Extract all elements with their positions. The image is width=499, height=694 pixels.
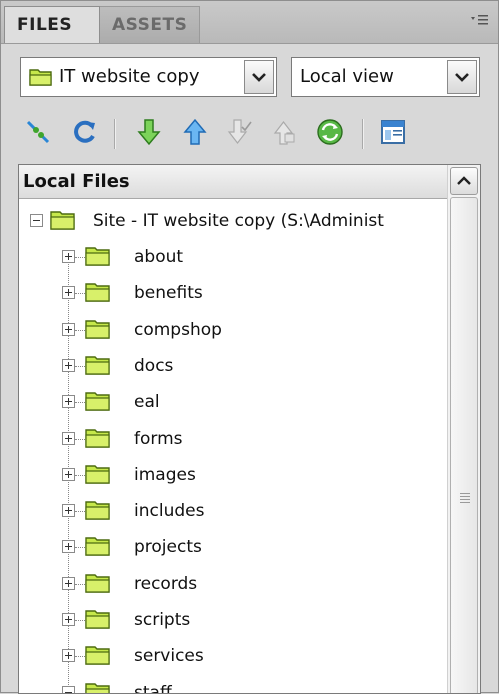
tab-strip: FILES ASSETS — [1, 1, 498, 44]
tree-root-label: Site - IT website copy (S:\Administ — [93, 211, 384, 231]
folder-icon — [85, 390, 111, 417]
local-files-tree[interactable]: Local Files Site - IT website copy (S:\A… — [18, 164, 481, 694]
expand-icon[interactable] — [62, 431, 75, 445]
tree-folder-row[interactable]: about — [19, 239, 447, 275]
tree-folder-row[interactable]: images — [19, 457, 447, 493]
expand-icon[interactable] — [62, 576, 75, 590]
tree-connector — [75, 365, 85, 367]
tree-connector — [75, 438, 85, 440]
expand-icon[interactable] — [62, 322, 75, 336]
toolbar — [1, 109, 498, 155]
refresh-icon[interactable] — [68, 115, 102, 149]
toolbar-separator — [362, 119, 364, 149]
tree-folder-label: staff — [134, 682, 172, 694]
tree-folder-label: compshop — [134, 319, 222, 340]
tree-header: Local Files — [19, 165, 447, 199]
folder-icon — [85, 499, 111, 526]
grip-icon — [460, 493, 470, 505]
expand-panel-icon[interactable] — [376, 115, 410, 149]
tree-folder-row[interactable]: docs — [19, 348, 447, 384]
tree-connector — [75, 293, 85, 295]
folder-icon — [85, 608, 111, 635]
tree-root-row[interactable]: Site - IT website copy (S:\Administ — [19, 203, 447, 239]
folder-icon — [85, 535, 111, 562]
expand-icon[interactable] — [62, 540, 75, 554]
check-out-icon[interactable] — [223, 115, 257, 149]
tree-connector — [75, 511, 85, 513]
tab-assets[interactable]: ASSETS — [100, 6, 200, 43]
tab-files[interactable]: FILES — [4, 6, 100, 43]
tree-connector — [75, 583, 85, 585]
synchronize-icon[interactable] — [313, 115, 347, 149]
tree-folder-row[interactable]: benefits — [19, 275, 447, 311]
check-in-icon[interactable] — [268, 115, 302, 149]
expand-icon[interactable] — [62, 613, 75, 626]
put-files-icon[interactable] — [178, 115, 212, 149]
tree-folder-label: services — [134, 646, 204, 667]
tree-folder-row[interactable]: records — [19, 566, 447, 602]
tree-connector — [75, 329, 85, 331]
folder-icon — [50, 209, 76, 236]
tree-folder-row[interactable]: staff — [19, 675, 447, 694]
tree-folder-label: images — [134, 464, 196, 485]
tree-folder-row[interactable]: compshop — [19, 312, 447, 348]
tree-folder-label: eal — [134, 392, 160, 413]
tree-folder-row[interactable]: services — [19, 638, 447, 674]
tree-connector — [75, 402, 85, 404]
tree-connector — [75, 656, 85, 658]
tree-connector — [75, 620, 85, 621]
folder-icon — [85, 354, 111, 381]
expand-icon[interactable] — [62, 467, 75, 481]
expand-icon[interactable] — [62, 358, 75, 372]
tree-folder-label: records — [134, 573, 198, 594]
tree-folder-label: about — [134, 247, 184, 267]
tree-connector — [75, 257, 85, 258]
folder-icon — [85, 318, 111, 345]
chevron-down-icon[interactable] — [447, 60, 477, 94]
tree-connector — [75, 547, 85, 549]
tree-folder-label: scripts — [134, 610, 191, 630]
expand-icon[interactable] — [62, 286, 75, 300]
expand-icon[interactable] — [62, 504, 75, 518]
tree-folder-label: docs — [134, 355, 174, 376]
panel-menu-icon[interactable] — [470, 13, 490, 31]
tree-folder-row[interactable]: eal — [19, 384, 447, 420]
connect-icon[interactable] — [21, 115, 55, 149]
files-panel: FILES ASSETS IT website copy Local view — [0, 0, 499, 694]
tree-folder-row[interactable]: scripts — [19, 602, 447, 638]
site-select-value: IT website copy — [59, 66, 200, 87]
folder-icon — [85, 245, 111, 272]
scroll-up-icon[interactable] — [450, 167, 478, 195]
toolbar-separator — [114, 119, 116, 149]
get-files-icon[interactable] — [132, 115, 166, 149]
site-folder-icon — [29, 67, 53, 91]
collapse-icon[interactable] — [30, 214, 43, 227]
view-select[interactable]: Local view — [291, 57, 480, 97]
tree-folder-row[interactable]: includes — [19, 493, 447, 529]
tree-connector — [75, 474, 85, 476]
tree-folder-row[interactable]: projects — [19, 529, 447, 565]
tree-folder-label: projects — [134, 537, 202, 558]
folder-icon — [85, 281, 111, 308]
folder-icon — [85, 572, 111, 599]
tree-folder-label: benefits — [134, 283, 203, 304]
tree-folder-label: includes — [134, 501, 205, 522]
view-select-value: Local view — [300, 66, 394, 87]
expand-icon[interactable] — [62, 395, 75, 409]
folder-icon — [85, 644, 111, 671]
tree-folder-row[interactable]: forms — [19, 421, 447, 457]
folder-icon — [85, 427, 111, 454]
expand-icon[interactable] — [62, 649, 75, 663]
folder-icon — [85, 681, 111, 693]
vertical-scrollbar[interactable] — [447, 165, 480, 693]
tree-folder-label: forms — [134, 428, 183, 449]
chevron-down-icon[interactable] — [244, 60, 274, 94]
scroll-thumb[interactable] — [450, 197, 478, 693]
expand-icon[interactable] — [62, 250, 75, 263]
site-select[interactable]: IT website copy — [20, 57, 277, 97]
folder-icon — [85, 463, 111, 490]
